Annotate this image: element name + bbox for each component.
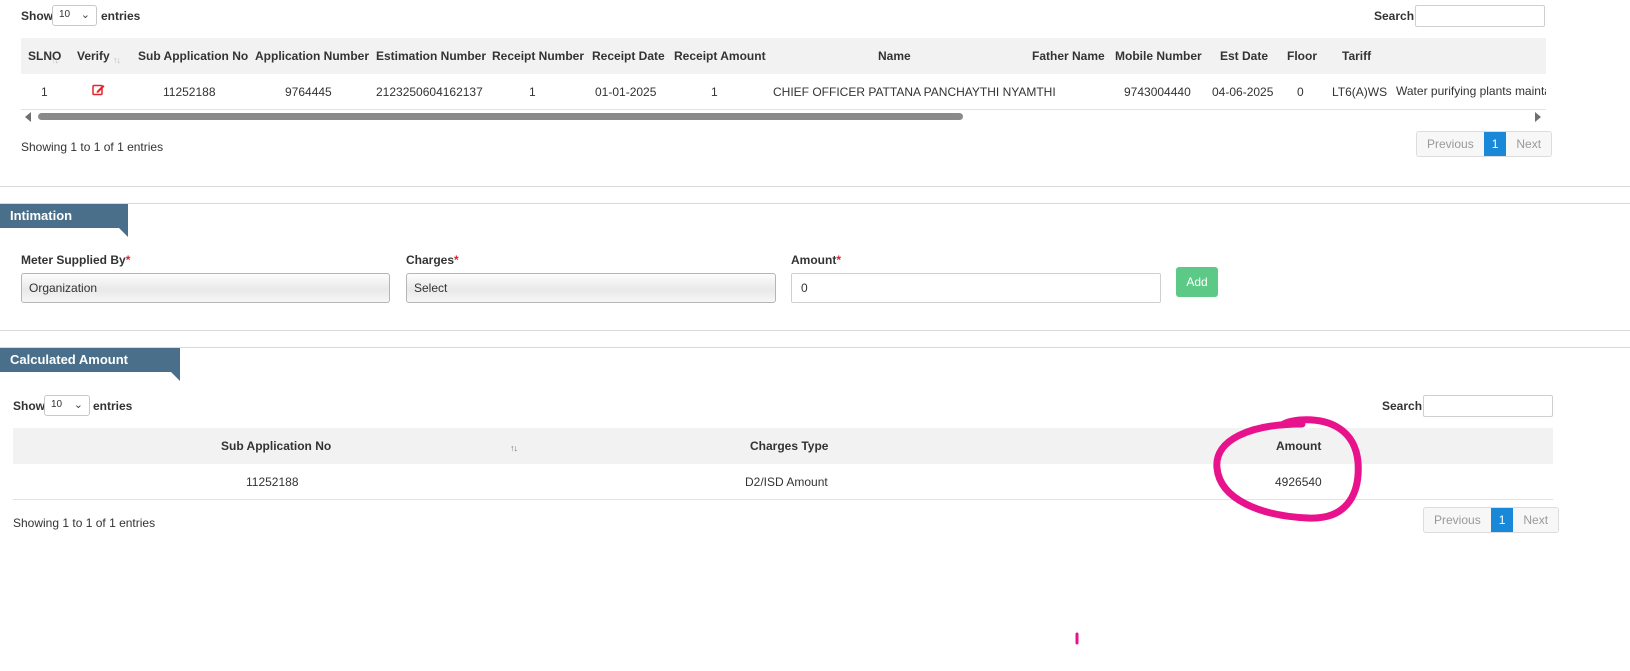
highlight-circle-annotation [1075, 416, 1362, 645]
